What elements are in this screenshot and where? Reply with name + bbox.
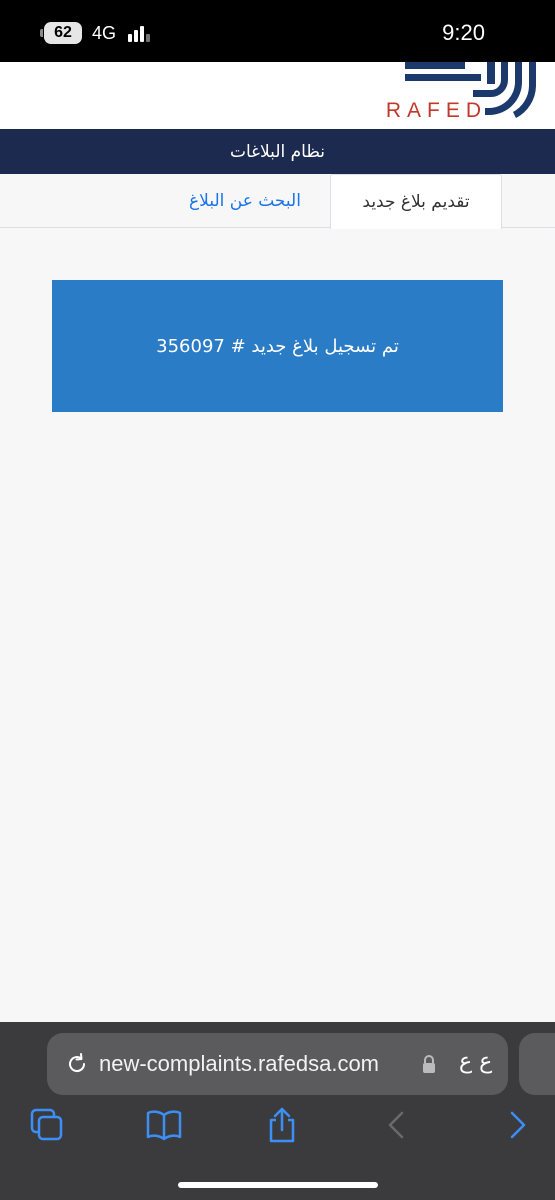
logo-text: RAFED: [385, 99, 487, 122]
clock: 9:20: [442, 20, 485, 45]
status-bar: 62 4G 9:20: [0, 0, 555, 62]
back-icon[interactable]: [378, 1106, 416, 1144]
share-icon[interactable]: [263, 1106, 301, 1144]
home-indicator: [178, 1182, 378, 1188]
battery-level: 62: [54, 24, 72, 41]
page-title: نظام البلاغات: [229, 141, 326, 162]
page-title-bar: نظام البلاغات: [0, 129, 555, 174]
bookmarks-icon[interactable]: [145, 1106, 183, 1144]
lock-icon: [423, 1055, 435, 1073]
tab-new-complaint[interactable]: تقديم بلاغ جديد: [330, 174, 502, 229]
site-header: RAFED: [0, 62, 555, 129]
network-type: 4G: [92, 23, 117, 43]
success-message: تم تسجيل بلاغ جديد # 356097: [52, 280, 503, 412]
url-text[interactable]: new-complaints.rafedsa.com: [99, 1051, 379, 1077]
success-message-text: تم تسجيل بلاغ جديد # 356097: [156, 335, 399, 357]
reload-icon[interactable]: [65, 1052, 89, 1076]
battery-indicator: 62: [40, 22, 82, 44]
text-size-button[interactable]: ع ع: [459, 1049, 492, 1074]
tab-search-complaint[interactable]: البحث عن البلاغ: [175, 174, 315, 228]
address-bar[interactable]: new-complaints.rafedsa.com ع ع: [47, 1033, 508, 1095]
forward-icon[interactable]: [498, 1106, 536, 1144]
next-tab-preview[interactable]: [519, 1033, 555, 1095]
tabs-bar: تقديم بلاغ جديد البحث عن البلاغ: [0, 174, 555, 229]
tabs-icon[interactable]: [28, 1106, 66, 1144]
signal-icon: [128, 24, 158, 42]
